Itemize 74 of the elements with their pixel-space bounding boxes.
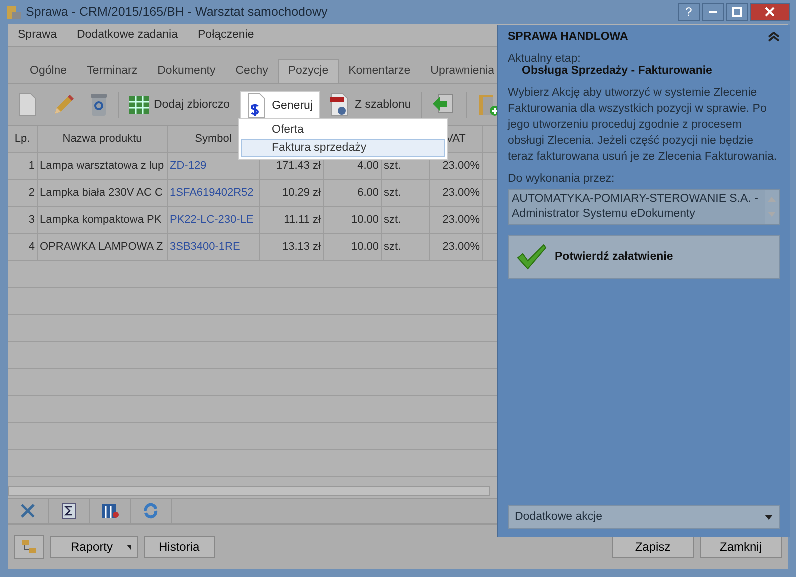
table-cell: 3 <box>8 207 38 233</box>
table-cell: 11.11 zł <box>260 207 324 233</box>
table-cell: 1 <box>8 153 38 179</box>
tree-button[interactable] <box>14 535 44 559</box>
column-header[interactable]: Nazwa produktu <box>38 126 168 152</box>
table-cell: 2 <box>8 180 38 206</box>
symbol-link[interactable]: PK22-LC-230-LE <box>168 207 260 233</box>
pencil-icon <box>52 92 76 116</box>
columns-icon <box>101 503 119 519</box>
refresh-icon <box>143 503 159 519</box>
symbol-link[interactable]: 1SFA619402R52 <box>168 180 260 206</box>
window-title: Sprawa - CRM/2015/165/BH - Warsztat samochodowy <box>26 5 328 19</box>
recycle-bin-icon <box>90 92 108 116</box>
export-arrow-icon <box>432 94 456 116</box>
minimize-button[interactable] <box>702 3 724 21</box>
menu-item[interactable]: Dodatkowe zadania <box>77 29 178 41</box>
tab[interactable]: Pozycje <box>278 59 339 83</box>
confirm-button[interactable]: Potwierdź załatwienie <box>508 235 780 279</box>
assignee-label: Do wykonania przez: <box>508 173 616 185</box>
tab[interactable]: Ogólne <box>20 59 78 83</box>
sigma-icon <box>62 503 76 519</box>
table-cell: 23.00% <box>430 234 483 260</box>
page-icon <box>18 92 38 116</box>
stage-label: Aktualny etap: <box>508 53 582 65</box>
folder-icon <box>6 4 22 20</box>
maximize-icon <box>732 7 742 17</box>
table-cell: szt. <box>382 234 430 260</box>
actions-dropdown[interactable]: Dodatkowe akcje <box>508 505 780 529</box>
panel-title: SPRAWA HANDLOWA <box>508 31 628 43</box>
checkmark-icon <box>517 244 547 270</box>
close-button[interactable] <box>750 3 790 21</box>
assignee-field[interactable]: AUTOMATYKA-POMIARY-STEROWANIE S.A. - Administrator Systemu eDokumenty <box>508 189 780 225</box>
table-cell: 4 <box>8 234 38 260</box>
horizontal-scrollbar[interactable] <box>8 486 490 496</box>
table-cell: Lampka kompaktowa PK <box>38 207 168 233</box>
table-icon <box>129 94 149 114</box>
caret-icon <box>765 514 773 520</box>
table-cell: 23.00% <box>430 180 483 206</box>
menu-item[interactable]: Połączenie <box>198 29 254 41</box>
tab[interactable]: Terminarz <box>77 59 148 83</box>
caret-icon <box>127 544 131 550</box>
tab[interactable]: Dokumenty <box>148 59 226 83</box>
table-cell: 10.00 <box>324 207 382 233</box>
toolbar-button[interactable]: Z szablonu <box>326 90 416 120</box>
table-cell: 10.29 zł <box>260 180 324 206</box>
table-cell: Lampa warsztatowa z lup <box>38 153 168 179</box>
table-cell: 23.00% <box>430 207 483 233</box>
symbol-link[interactable]: 3SB3400-1RE <box>168 234 260 260</box>
description-text: Wybierz Akcję aby utworzyć w systemie Zlecenie Fakturowania dla wszystkich pozycji w sprawie. Po jego utworzeniu proceduj zgodnie z procesem obsługi Zlecenia. Jeżeli część pozycji nie będzie teraz fakturowana usuń je ze Zlecenia Fakturowania. <box>508 86 778 165</box>
footer-button[interactable]: Historia <box>144 536 215 558</box>
table-cell: 13.13 zł <box>260 234 324 260</box>
table-cell: OPRAWKA LAMPOWA Z <box>38 234 168 260</box>
dropdown-button[interactable]: Raporty <box>50 536 138 558</box>
table-cell: 10.00 <box>324 234 382 260</box>
column-header[interactable]: Lp. <box>8 126 38 152</box>
tab[interactable]: Cechy <box>226 59 278 83</box>
footer-button[interactable]: Zamknij <box>700 536 782 558</box>
tree-folders-icon <box>21 539 37 555</box>
menu-item[interactable]: Faktura sprzedaży <box>241 139 445 157</box>
menu-item[interactable]: Sprawa <box>18 29 57 41</box>
tab[interactable]: Komentarze <box>338 59 421 83</box>
minimize-icon <box>709 11 717 13</box>
table-cell: 6.00 <box>324 180 382 206</box>
table-cell: szt. <box>382 180 430 206</box>
toolbar-button[interactable]: Dodaj zbiorczo <box>125 92 234 118</box>
table-cell: Lampka biała 230V AC C <box>38 180 168 206</box>
collapse-icon[interactable] <box>768 32 780 42</box>
help-button[interactable]: ? <box>678 3 700 21</box>
stage-name: Obsługa Sprzedaży - Fakturowanie <box>521 65 714 77</box>
close-icon <box>765 7 775 17</box>
table-cell: szt. <box>382 207 430 233</box>
footer-button[interactable]: Zapisz <box>612 536 694 558</box>
maximize-button[interactable] <box>726 3 748 21</box>
pdf-document-icon <box>330 92 350 116</box>
